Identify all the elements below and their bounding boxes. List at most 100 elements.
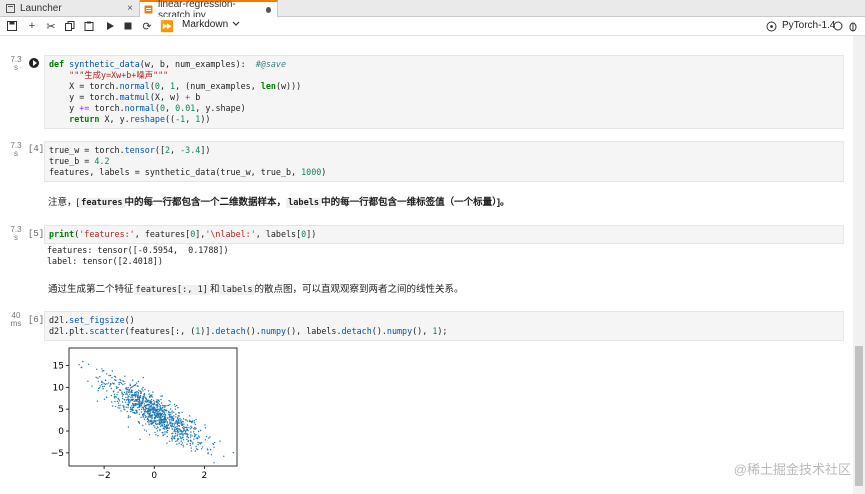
scatter-point [150, 401, 153, 403]
scatter-point [168, 413, 171, 415]
unsaved-dot-icon[interactable] [265, 6, 271, 13]
scatter-point [145, 430, 148, 432]
scatter-point [157, 412, 159, 414]
scatter-point [187, 420, 189, 422]
scatter-point [155, 412, 157, 414]
copy-icon[interactable] [63, 19, 77, 33]
scatter-point [157, 420, 159, 422]
scatter-point [141, 388, 143, 390]
scrollbar-thumb[interactable] [855, 346, 863, 486]
scatter-point [130, 410, 132, 413]
code-token: ]) [200, 145, 211, 155]
scatter-point [178, 428, 180, 431]
add-cell-icon[interactable]: + [25, 19, 39, 33]
scatter-point [171, 435, 174, 437]
scatter-point [146, 407, 148, 410]
scatter-point [169, 412, 171, 414]
scatter-point [190, 425, 192, 427]
exec-time: 7.3 s [10, 141, 22, 158]
github-icon[interactable] [764, 19, 778, 33]
scatter-point [115, 386, 118, 388]
scatter-point [127, 388, 129, 391]
scatter-point [135, 399, 138, 401]
bug-icon[interactable] [846, 19, 860, 33]
code-token: true_b = [49, 156, 95, 166]
run-cell-button[interactable] [29, 58, 39, 68]
scatter-point [164, 431, 166, 433]
run-icon[interactable] [103, 19, 117, 33]
scatter-point [155, 428, 158, 430]
scatter-point [155, 411, 157, 413]
paste-icon[interactable] [82, 19, 96, 33]
scatter-point [194, 434, 196, 437]
scatter-point [187, 429, 189, 432]
scatter-point [176, 404, 178, 407]
scatter-point [190, 434, 192, 436]
code-line: def synthetic_data(w, b, num_examples): … [49, 59, 839, 70]
scatter-point [147, 399, 149, 402]
code-token: 4.2 [94, 156, 110, 166]
scatter-point [192, 441, 194, 444]
scatter-point [133, 411, 136, 414]
scatter-point [96, 368, 98, 370]
scatter-point [159, 406, 161, 409]
scatter-point [163, 408, 165, 411]
scatter-point [174, 432, 177, 435]
code-token: , [159, 81, 171, 91]
scatter-point [118, 382, 120, 384]
cell-type-select[interactable]: Markdown [182, 19, 240, 30]
kernel-name[interactable]: PyTorch-1.4 [782, 20, 835, 31]
scatter-point [140, 408, 143, 410]
save-icon[interactable] [5, 19, 19, 33]
scatter-point [150, 414, 152, 417]
scatter-point [142, 376, 144, 379]
code-cell-true-params[interactable]: true_w = torch.tensor([2, -3.4]) true_b =… [44, 141, 844, 182]
scatter-point [129, 384, 131, 387]
scatter-point [212, 443, 215, 446]
scatter-point [152, 410, 154, 412]
tab-notebook[interactable]: linear-regression-scratch.ipy [140, 0, 278, 21]
code-cell-synthetic-data[interactable]: def synthetic_data(w, b, num_examples): … [44, 55, 844, 129]
scatter-point [136, 409, 138, 412]
code-cell-scatter[interactable]: d2l.set_figsize() d2l.plt.scatter(feature… [44, 311, 844, 341]
scatter-point [132, 406, 134, 409]
scatter-point [101, 370, 104, 372]
stop-icon[interactable] [121, 19, 135, 33]
scatter-point [130, 408, 132, 410]
exec-time: 40 ms [10, 311, 22, 328]
code-cell-print[interactable]: print('features:', features[0],'\nlabel:… [44, 225, 844, 244]
scatter-point [175, 430, 177, 433]
scatter-point [146, 404, 148, 406]
scatter-point [122, 380, 124, 382]
notebook-icon [144, 5, 153, 14]
restart-icon[interactable]: ⟳ [140, 19, 154, 33]
cut-icon[interactable]: ✂ [44, 19, 58, 33]
scatter-point [182, 439, 185, 441]
scatter-point [155, 434, 157, 436]
scatter-point [176, 425, 178, 427]
fast-forward-icon[interactable]: ⏩ [160, 19, 174, 33]
scatter-point [117, 391, 119, 393]
scatter-point [187, 437, 189, 439]
scatter-point [162, 414, 165, 416]
code-line: """生成y=Xw+b+噪声""" [49, 70, 839, 81]
scatter-point [167, 424, 169, 426]
scatter-point [147, 421, 149, 423]
scrollbar[interactable] [853, 36, 865, 494]
scatter-point [186, 433, 189, 435]
scatter-point [127, 416, 129, 419]
code-token: , y.shape) [195, 103, 246, 113]
tab-label: Launcher [20, 2, 62, 14]
scatter-point [142, 406, 144, 409]
close-icon[interactable]: × [127, 3, 133, 14]
scatter-point [122, 393, 125, 396]
scatter-point [173, 411, 175, 413]
code-token: ], [195, 229, 206, 239]
scatter-point [173, 424, 176, 426]
scatter-point [130, 389, 133, 391]
markdown-cell-note: 注意，[features 中的每一行都包含一个二维数据样本， labels 中的每一行… [48, 197, 510, 208]
scatter-point [169, 423, 171, 425]
scatter-point [139, 396, 142, 398]
tab-launcher[interactable]: Launcher × [0, 0, 140, 16]
scatter-point [171, 440, 173, 442]
